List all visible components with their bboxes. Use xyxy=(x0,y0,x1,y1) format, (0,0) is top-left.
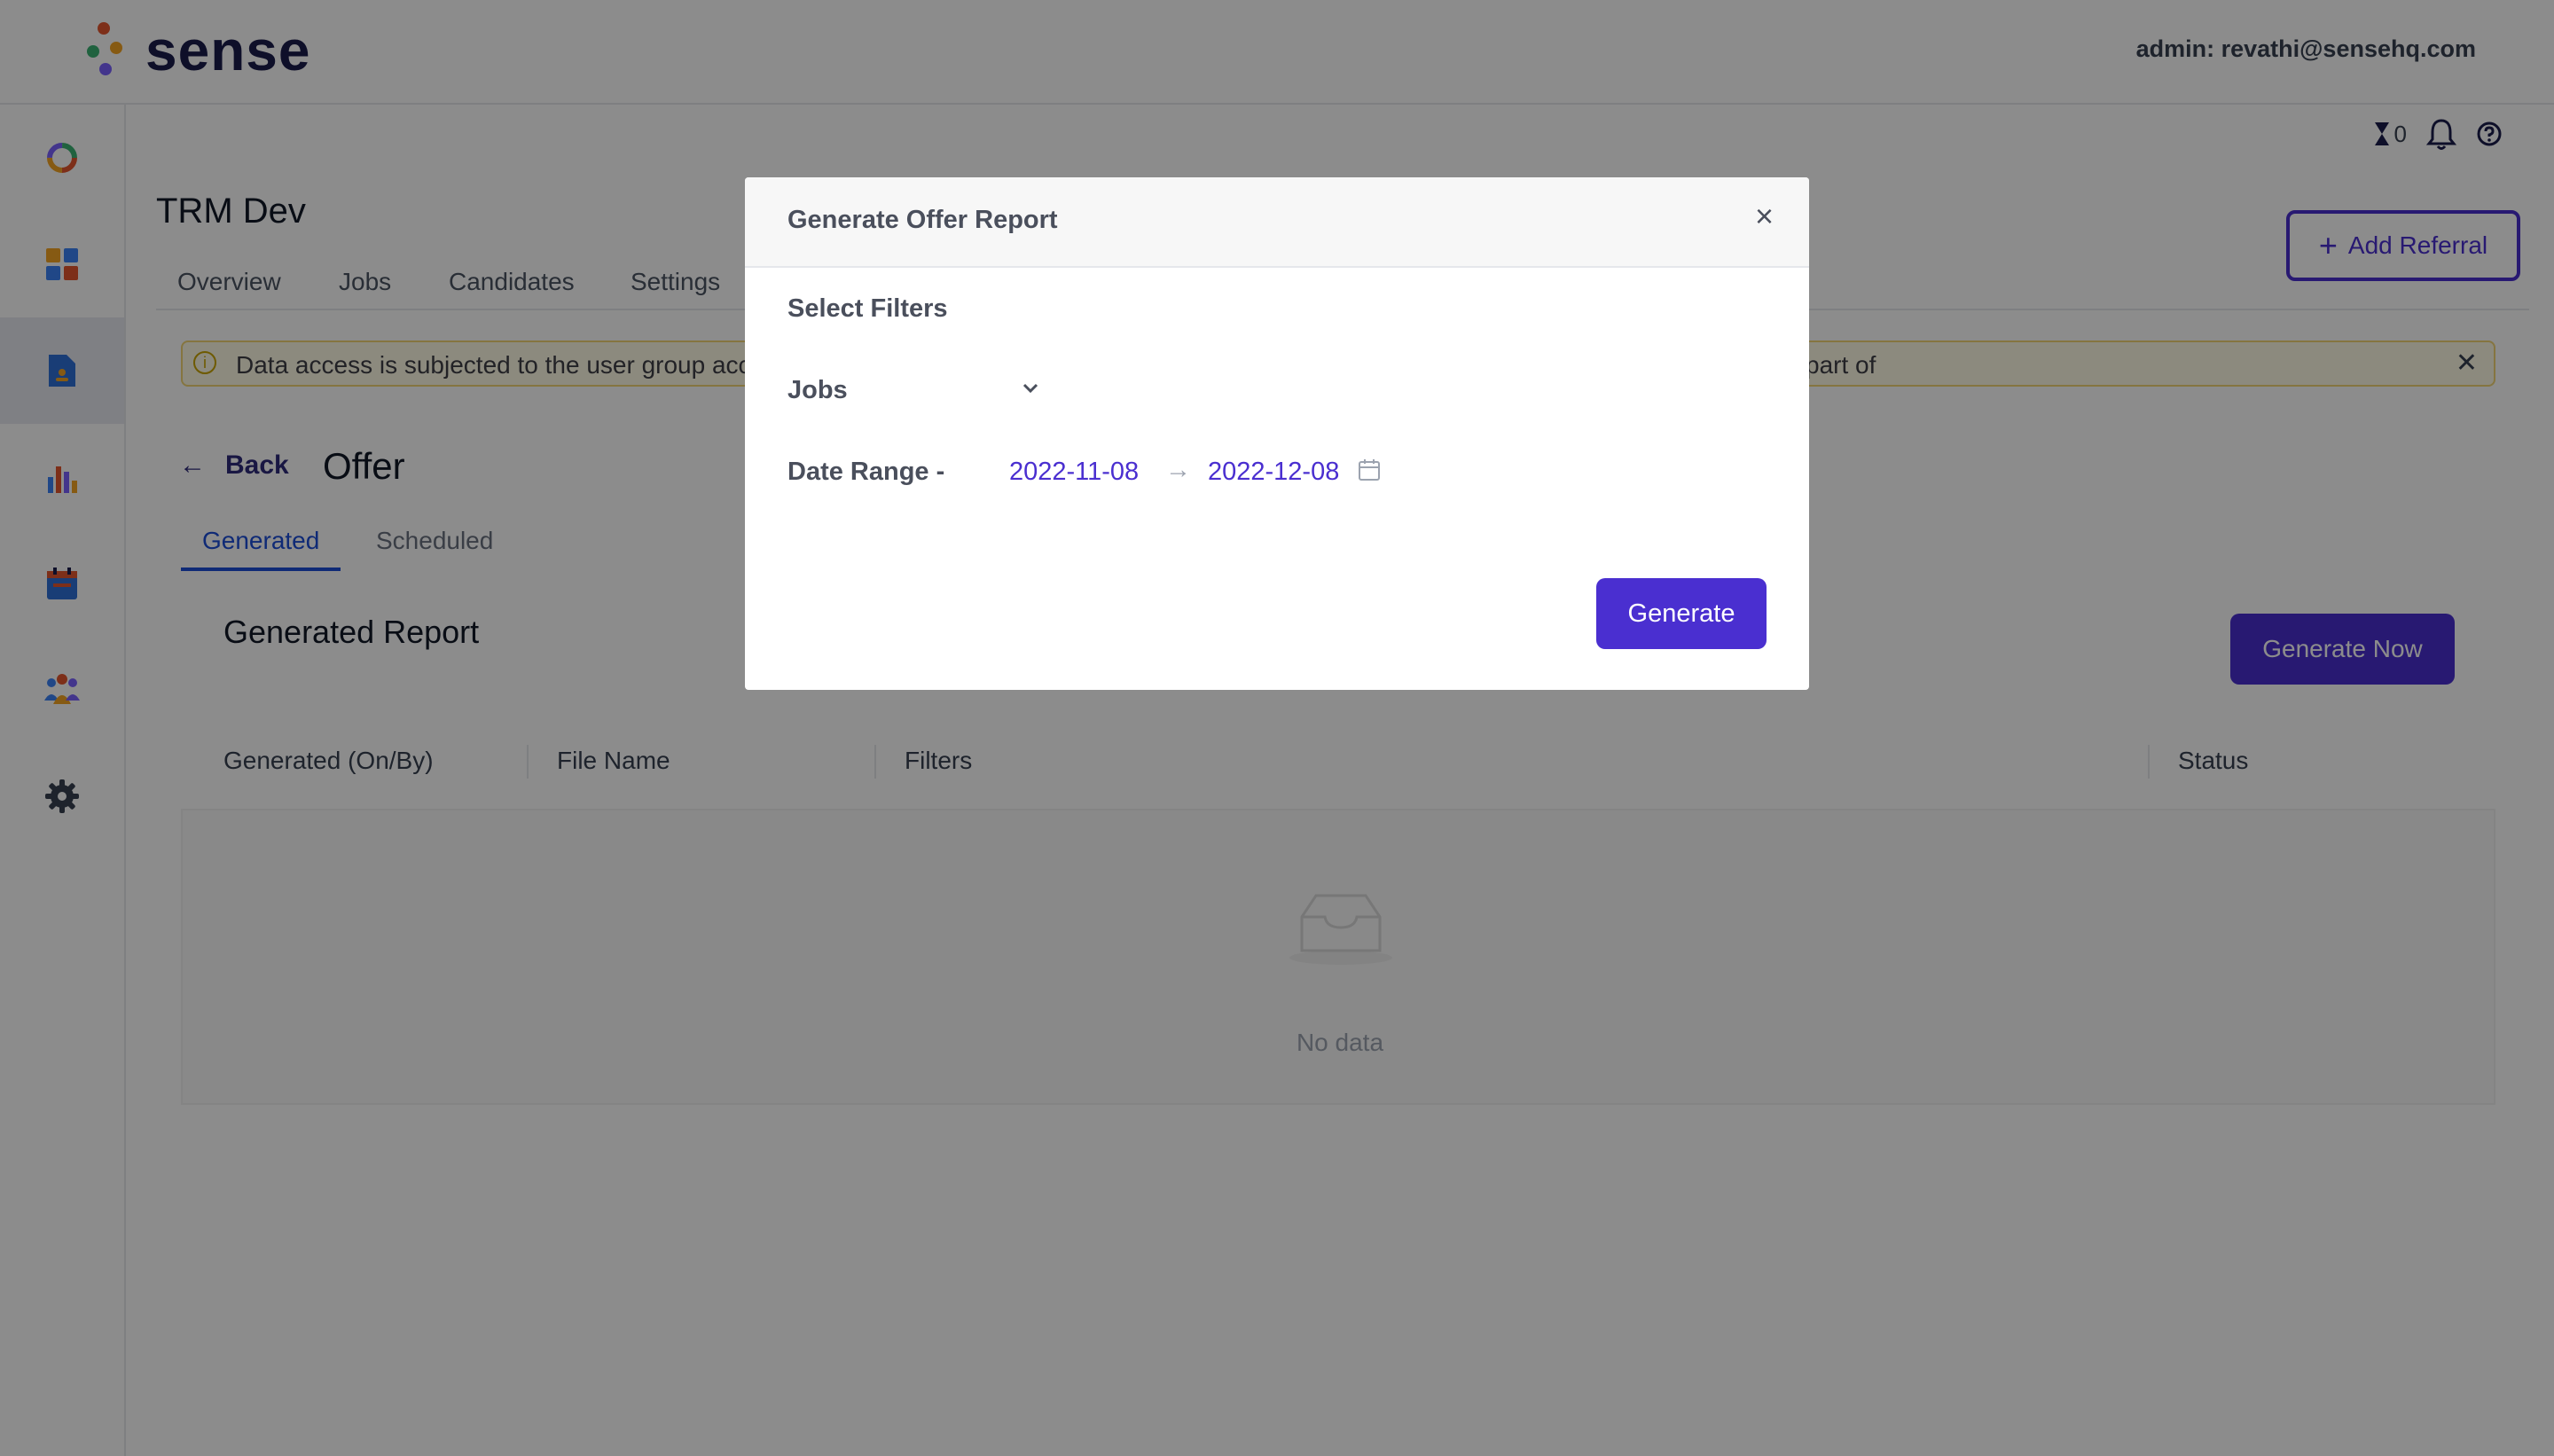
modal-header: Generate Offer Report × xyxy=(745,177,1809,268)
jobs-select-label[interactable]: Jobs xyxy=(787,376,848,405)
date-range-separator: → xyxy=(1165,456,1191,484)
calendar-icon[interactable] xyxy=(1357,458,1382,482)
date-range-label: Date Range - xyxy=(787,458,945,486)
end-date-input[interactable]: 2022-12-08 xyxy=(1208,458,1339,487)
generate-button[interactable]: Generate xyxy=(1596,578,1767,649)
chevron-down-icon[interactable] xyxy=(1020,378,1041,399)
start-date-input[interactable]: 2022-11-08 xyxy=(1009,458,1139,487)
generate-report-modal: Generate Offer Report × Select Filters J… xyxy=(745,177,1809,690)
modal-title: Generate Offer Report xyxy=(787,206,1058,234)
close-icon[interactable]: × xyxy=(1755,200,1774,232)
filters-heading: Select Filters xyxy=(787,294,948,323)
